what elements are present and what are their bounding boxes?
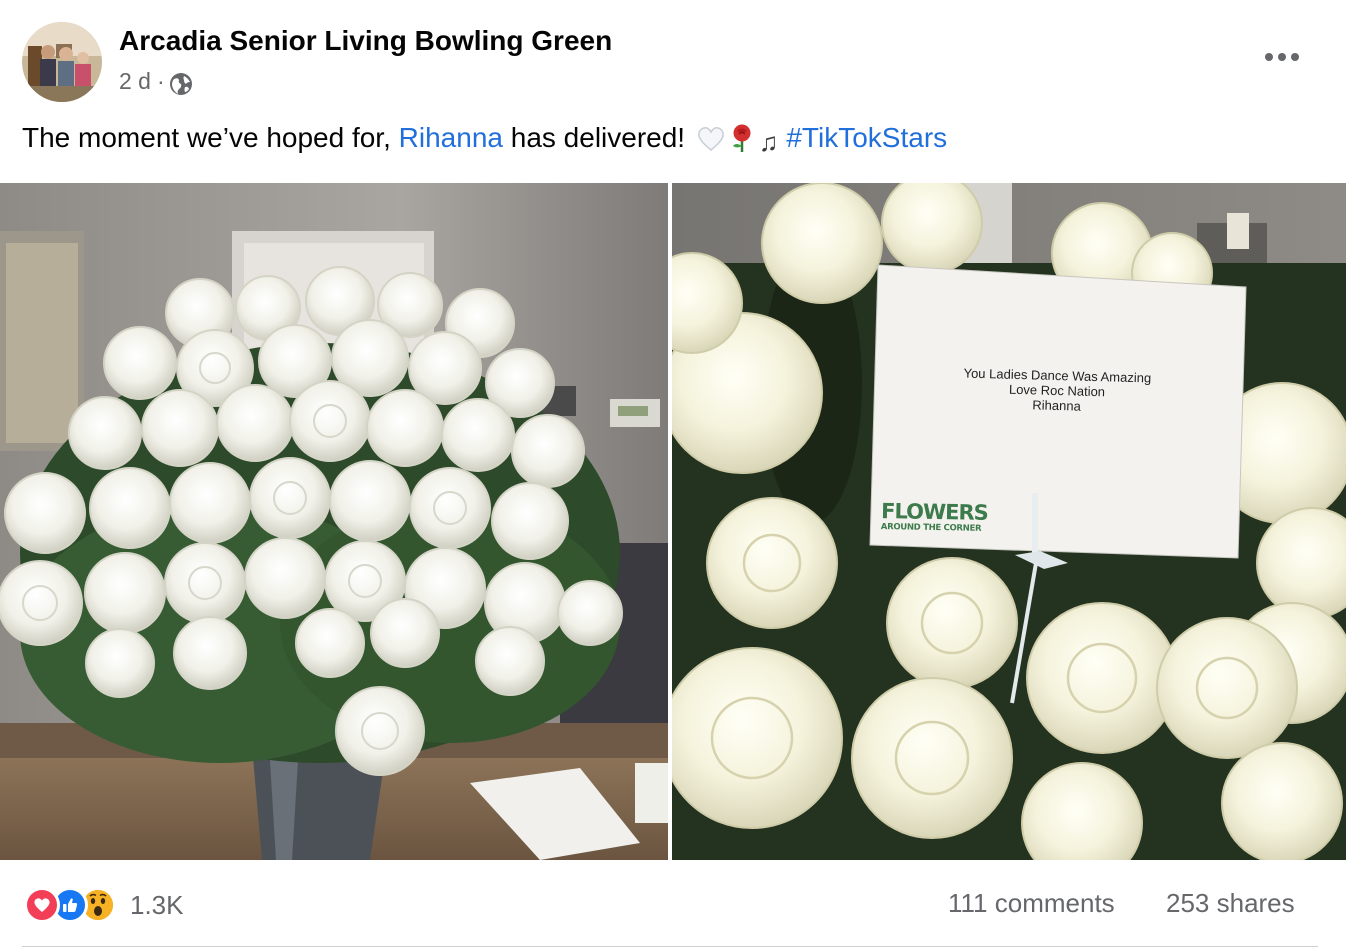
florist-logo-subtitle: AROUND THE CORNER: [880, 522, 982, 534]
page-name-link[interactable]: Arcadia Senior Living Bowling Green: [119, 25, 612, 57]
post-timestamp[interactable]: 2 d: [119, 68, 151, 95]
love-reaction-icon: [24, 887, 60, 923]
reactions-count: 1.3K: [130, 889, 184, 920]
white-heart-icon: [697, 123, 725, 163]
more-options-button[interactable]: [1258, 44, 1306, 70]
comments-count-link[interactable]: 111 comments: [948, 888, 1115, 919]
message-text-start: The moment we’ve hoped for,: [22, 122, 399, 153]
footer-divider: [22, 946, 1318, 947]
hashtag-link[interactable]: #TikTokStars: [786, 122, 947, 153]
post-message: The moment we’ve hoped for, Rihanna has …: [22, 118, 947, 164]
message-text-end: has delivered!: [502, 122, 686, 153]
mention-link[interactable]: Rihanna: [399, 122, 503, 153]
meta-separator: ·: [156, 67, 165, 94]
more-horizontal-icon: [1265, 53, 1299, 61]
globe-icon[interactable]: [169, 72, 193, 96]
page-avatar[interactable]: [22, 22, 102, 102]
photo-roses-with-card[interactable]: [672, 183, 1346, 860]
florist-logo-title: FLOWERS: [880, 499, 988, 525]
musical-notes-icon: ♫: [758, 127, 779, 157]
facebook-post: Arcadia Senior Living Bowling Green 2 d …: [0, 0, 1346, 952]
reactions-summary[interactable]: 1.3K: [24, 887, 184, 923]
post-meta: 2 d ·: [119, 66, 193, 96]
florist-logo: FLOWERS AROUND THE CORNER: [880, 499, 988, 535]
photo-white-roses-vase[interactable]: [0, 183, 668, 860]
rose-icon: [727, 123, 757, 164]
shares-count-link[interactable]: 253 shares: [1166, 888, 1295, 919]
card-message: You Ladies Dance Was Amazing Love Roc Na…: [877, 363, 1236, 417]
